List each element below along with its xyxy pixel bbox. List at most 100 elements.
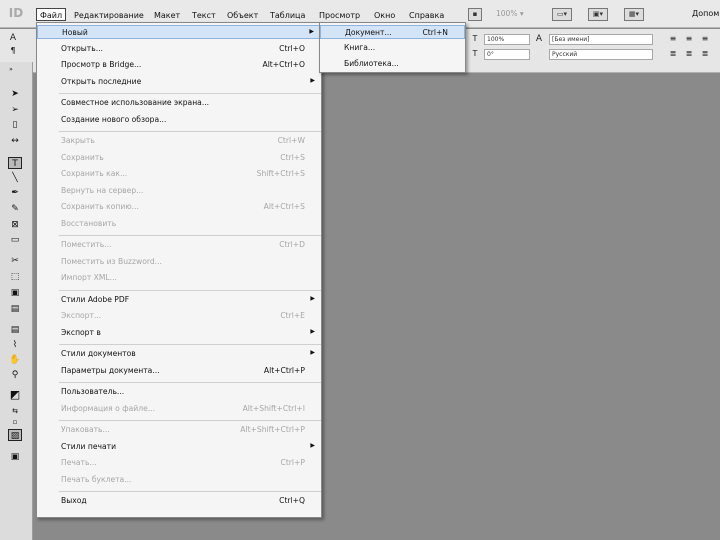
new-submenu-item[interactable]: Документ... Ctrl+N <box>320 25 465 39</box>
file-menu-item: Поместить... Ctrl+D <box>37 238 321 252</box>
file-menu-item[interactable]: Создание нового обзора... <box>37 113 321 127</box>
menu-item-shortcut: Ctrl+W <box>277 136 305 145</box>
file-menu-item[interactable]: Пользователь... <box>37 385 321 399</box>
menu-window[interactable]: Окно <box>374 9 395 22</box>
menu-separator <box>59 93 321 94</box>
page-tool-icon[interactable]: ▯ <box>8 119 22 131</box>
file-menu-item[interactable]: Выход Ctrl+Q <box>37 494 321 508</box>
menu-item-label: Создание нового обзора... <box>61 114 167 124</box>
char-style-select[interactable]: [Без имени] <box>549 34 653 45</box>
submenu-arrow-icon: ▶ <box>310 294 315 302</box>
file-menu-item[interactable]: Открыть последние ▶ <box>37 75 321 89</box>
pen-tool-icon[interactable]: ✒ <box>8 187 22 199</box>
file-menu: Новый ▶ Открыть... Ctrl+O Просмотр в Bridge.… <box>36 22 322 518</box>
file-menu-item[interactable]: Стили документов ▶ <box>37 347 321 361</box>
menu-object[interactable]: Объект <box>227 9 258 22</box>
view-mode-icon[interactable]: ▣ <box>8 451 22 463</box>
language-select[interactable]: Русский <box>549 49 653 60</box>
menu-item-label: Поместить... <box>61 240 112 249</box>
gradient-swatch-icon[interactable]: ▣ <box>8 287 22 299</box>
file-menu-item[interactable]: Стили Adobe PDF ▶ <box>37 293 321 307</box>
menu-item-label: Сохранить как... <box>61 169 128 178</box>
para-mode-icon[interactable]: ¶ <box>8 46 18 56</box>
rectangle-frame-icon[interactable]: ⊠ <box>8 219 22 231</box>
eyedropper-icon[interactable]: ⌇ <box>8 339 22 351</box>
menu-item-shortcut: Ctrl+S <box>280 152 305 162</box>
pencil-tool-icon[interactable]: ✎ <box>8 203 22 215</box>
align-center-icon[interactable]: ≡ <box>684 34 694 44</box>
menu-separator <box>59 235 321 236</box>
align-left-icon[interactable]: ≡ <box>668 34 678 44</box>
screen-mode-icon[interactable]: ▣▾ <box>588 8 608 21</box>
new-submenu-item[interactable]: Библиотека... <box>320 57 465 71</box>
menu-item-label: Вернуть на сервер... <box>61 185 144 195</box>
file-menu-item[interactable]: Параметры документа... Alt+Ctrl+P <box>37 364 321 378</box>
menu-item-shortcut: Shift+Ctrl+S <box>256 169 305 178</box>
scissors-icon[interactable]: ✂ <box>8 255 22 267</box>
menu-item-label: Закрыть <box>61 136 95 145</box>
menu-separator <box>59 420 321 421</box>
menu-layout[interactable]: Макет <box>154 9 180 22</box>
file-menu-item[interactable]: Новый ▶ <box>37 25 321 39</box>
justify-center-icon[interactable]: ≣ <box>684 49 694 59</box>
submenu-arrow-icon: ▶ <box>310 441 315 449</box>
gradient-feather-icon[interactable]: ▤ <box>8 303 22 315</box>
menu-item-shortcut: Ctrl+E <box>280 311 305 320</box>
direct-select-icon[interactable]: ➢ <box>8 104 22 116</box>
justify-all-icon[interactable]: ≣ <box>700 49 710 59</box>
file-menu-item[interactable]: Открыть... Ctrl+O <box>37 42 321 56</box>
menu-item-shortcut: Alt+Ctrl+P <box>263 365 305 375</box>
file-menu-item: Упаковать... Alt+Shift+Ctrl+P <box>37 423 321 437</box>
zoom-icon[interactable]: ⚲ <box>8 369 22 381</box>
submenu-arrow-icon: ▶ <box>309 28 314 35</box>
file-menu-item[interactable]: Совместное использование экрана... <box>37 96 321 110</box>
free-transform-icon[interactable]: ⬚ <box>8 271 22 283</box>
menu-item-label: Экспорт... <box>61 311 102 320</box>
menu-item-label: Документ... <box>345 28 392 37</box>
rectangle-icon[interactable]: ▭ <box>8 234 22 246</box>
note-icon[interactable]: ▤ <box>8 324 22 336</box>
menu-item-label: Поместить из Buzzword... <box>61 256 162 266</box>
line-tool-icon[interactable]: ╲ <box>8 172 22 184</box>
menu-help[interactable]: Справка <box>409 9 444 22</box>
scale-field[interactable]: 100% <box>484 34 530 45</box>
selection-arrow-icon[interactable]: ➤ <box>8 88 22 100</box>
file-menu-item: Информация о файле... Alt+Shift+Ctrl+I <box>37 402 321 416</box>
collapse-icon[interactable]: » <box>4 64 18 76</box>
justify-left-icon[interactable]: ≣ <box>668 49 678 59</box>
menu-item-label: Параметры документа... <box>61 365 160 375</box>
menu-view[interactable]: Просмотр <box>319 9 360 22</box>
menu-table[interactable]: Таблица <box>270 9 305 22</box>
bridge-icon[interactable]: ▪ <box>468 8 482 21</box>
skew-field[interactable]: 0° <box>484 49 530 60</box>
type-tool-icon[interactable]: T <box>8 157 22 169</box>
default-colors-icon[interactable]: ▫ <box>8 416 22 428</box>
file-menu-item[interactable]: Просмотр в Bridge... Alt+Ctrl+O <box>37 58 321 72</box>
file-menu-item: Вернуть на сервер... <box>37 184 321 198</box>
menu-file[interactable]: Файл <box>36 8 67 21</box>
zoom-level[interactable]: 100% ▾ <box>496 9 524 18</box>
menu-type[interactable]: Текст <box>192 9 216 22</box>
menu-separator <box>59 289 321 291</box>
menu-item-shortcut: Ctrl+D <box>279 240 305 249</box>
menu-edit[interactable]: Редактирование <box>74 9 144 22</box>
file-menu-item[interactable]: Экспорт в ▶ <box>37 326 321 340</box>
hand-icon[interactable]: ✋ <box>8 354 22 366</box>
char-mode-icon[interactable]: A <box>8 33 18 43</box>
char-style-icon: A <box>535 34 543 44</box>
size-icon: T <box>472 34 478 43</box>
file-menu-item[interactable]: Стили печати ▶ <box>37 440 321 454</box>
new-submenu-item[interactable]: Книга... <box>320 41 465 55</box>
file-menu-item: Экспорт... Ctrl+E <box>37 309 321 323</box>
menu-item-shortcut: Ctrl+N <box>422 28 448 37</box>
menu-item-shortcut: Alt+Ctrl+S <box>263 202 305 211</box>
apply-color-icon[interactable]: ▨ <box>8 429 22 441</box>
fill-stroke-icon[interactable]: ◩ <box>8 389 22 401</box>
view-options-icon[interactable]: ▭▾ <box>552 8 572 21</box>
menu-item-label: Книга... <box>344 43 376 52</box>
gap-tool-icon[interactable]: ↔ <box>8 135 22 147</box>
workspace-label[interactable]: Допом <box>692 9 719 18</box>
arrange-documents-icon[interactable]: ▦▾ <box>624 8 644 21</box>
align-right-icon[interactable]: ≡ <box>700 34 710 44</box>
menu-item-label: Импорт XML... <box>61 273 117 282</box>
